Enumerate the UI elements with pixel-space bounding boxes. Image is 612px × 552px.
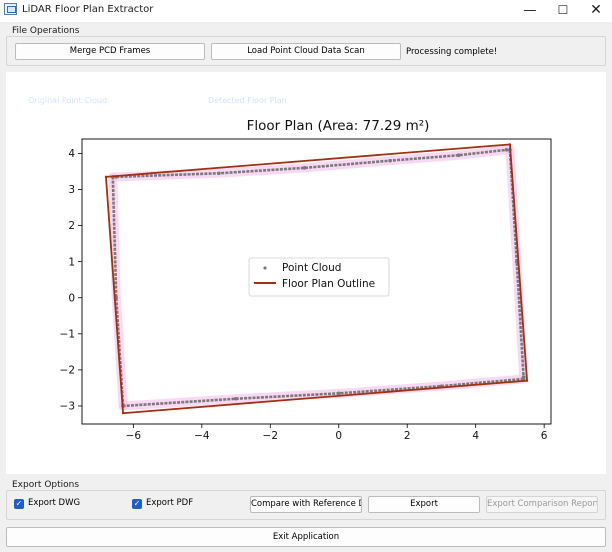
y-axis-ticks: −3 −2 −1 0 1 2 3 4 bbox=[60, 148, 82, 413]
export-dwg-checkbox[interactable]: ✓ Export DWG bbox=[14, 498, 84, 512]
export-pdf-label: Export PDF bbox=[146, 498, 194, 508]
x-tick-label: −4 bbox=[194, 430, 210, 442]
point-cloud-point bbox=[302, 166, 307, 170]
legend: Point Cloud Floor Plan Outline bbox=[248, 257, 390, 297]
close-button[interactable]: ✕ bbox=[580, 0, 612, 22]
ghost-label-left: Original Point Cloud bbox=[28, 96, 108, 105]
y-tick-label: 1 bbox=[68, 256, 75, 268]
exit-button[interactable]: Exit Application bbox=[6, 527, 606, 547]
maximize-button[interactable]: ☐ bbox=[547, 0, 579, 22]
legend-point-cloud-label: Point Cloud bbox=[282, 262, 341, 274]
window-title: LiDAR Floor Plan Extractor bbox=[22, 4, 154, 15]
y-tick-label: 0 bbox=[68, 292, 75, 304]
legend-point-cloud-mark bbox=[263, 266, 267, 270]
plot-canvas: Original Point Cloud Detected Floor Plan… bbox=[6, 72, 606, 474]
compare-dxf-button[interactable]: Compare with Reference DXF bbox=[250, 496, 362, 513]
export-dwg-label: Export DWG bbox=[28, 498, 81, 508]
y-tick-label: −1 bbox=[60, 328, 75, 340]
minimize-button[interactable]: — bbox=[514, 0, 546, 22]
outline-vertex bbox=[104, 175, 108, 179]
floor-plan-chart: Floor Plan (Area: 77.29 m²) −6 −4 −2 0 2 4 6 −… bbox=[60, 118, 552, 442]
x-tick-label: −2 bbox=[263, 430, 278, 442]
export-button[interactable]: Export bbox=[368, 496, 480, 513]
point-cloud-point bbox=[504, 148, 509, 152]
point-cloud-shadow-segment bbox=[111, 145, 511, 182]
export-pdf-checkbox[interactable]: ✓ Export PDF bbox=[132, 498, 202, 512]
legend-outline-label: Floor Plan Outline bbox=[282, 278, 375, 290]
x-tick-label: 6 bbox=[541, 430, 548, 442]
y-tick-label: 3 bbox=[68, 184, 75, 196]
point-cloud-point bbox=[336, 391, 341, 396]
checkmark-icon: ✓ bbox=[132, 499, 142, 509]
status-text: Processing complete! bbox=[406, 47, 498, 57]
x-tick-label: 4 bbox=[472, 430, 479, 442]
x-tick-label: −6 bbox=[126, 430, 142, 442]
y-tick-label: −2 bbox=[60, 364, 75, 376]
y-tick-label: 2 bbox=[68, 220, 75, 232]
checkmark-icon: ✓ bbox=[14, 499, 24, 509]
y-tick-label: −3 bbox=[60, 401, 75, 413]
x-axis-ticks: −6 −4 −2 0 2 4 6 bbox=[126, 424, 548, 442]
title-bar: LiDAR Floor Plan Extractor — ☐ ✕ bbox=[0, 0, 612, 22]
point-cloud-point bbox=[456, 153, 461, 158]
ghost-label-right: Detected Floor Plan bbox=[208, 96, 287, 105]
chart-title: Floor Plan (Area: 77.29 m²) bbox=[247, 118, 430, 134]
outline-vertex bbox=[121, 411, 125, 415]
app-icon bbox=[4, 3, 17, 15]
x-tick-label: 0 bbox=[335, 430, 342, 442]
file-operations-label: File Operations bbox=[12, 26, 80, 36]
outline-vertex bbox=[508, 143, 512, 146]
point-cloud-point bbox=[388, 158, 392, 163]
x-tick-label: 2 bbox=[404, 430, 411, 442]
point-cloud-point bbox=[234, 396, 238, 401]
y-tick-label: 4 bbox=[68, 148, 75, 160]
outline-vertex bbox=[525, 379, 529, 382]
point-cloud-point bbox=[217, 171, 221, 176]
export-options-label: Export Options bbox=[12, 480, 80, 490]
load-scan-button[interactable]: Load Point Cloud Data Scan bbox=[211, 43, 401, 60]
export-report-button[interactable]: Export Comparison Report bbox=[486, 496, 598, 513]
merge-pcd-button[interactable]: Merge PCD Frames bbox=[15, 43, 205, 60]
